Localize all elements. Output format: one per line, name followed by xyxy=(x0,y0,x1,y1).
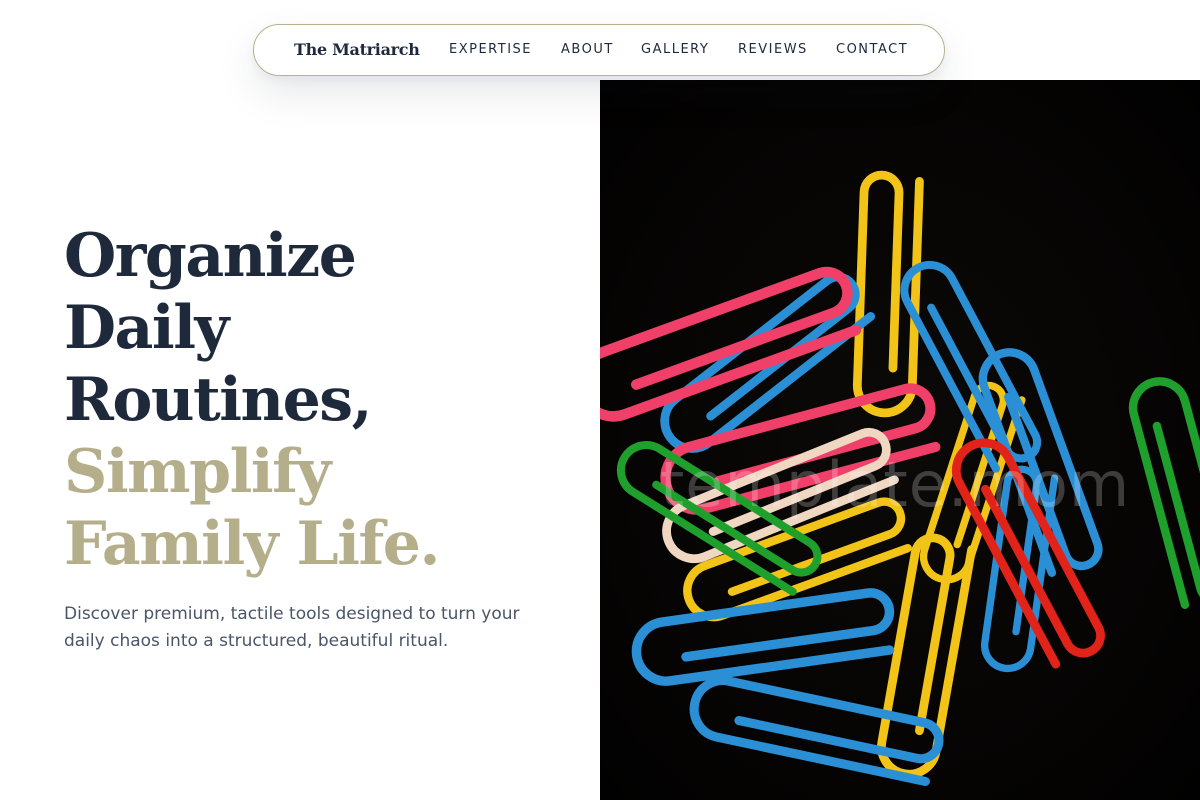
nav-link-expertise[interactable]: EXPERTISE xyxy=(449,42,532,57)
watermark-text: template.mom xyxy=(660,448,1131,521)
brand-logo[interactable]: The Matriarch xyxy=(294,40,420,59)
headline-accent-line: Simplify xyxy=(64,437,331,507)
paperclips-illustration xyxy=(600,80,1200,800)
top-nav: The Matriarch EXPERTISE ABOUT GALLERY RE… xyxy=(253,24,945,76)
nav-link-contact[interactable]: CONTACT xyxy=(836,42,908,57)
headline-line: Daily xyxy=(64,293,229,363)
hero-subtext: Discover premium, tactile tools designed… xyxy=(64,604,520,651)
nav-link-reviews[interactable]: REVIEWS xyxy=(738,42,808,57)
headline-line: Routines, xyxy=(64,365,372,435)
headline-line: Organize xyxy=(64,221,357,291)
nav-link-about[interactable]: ABOUT xyxy=(561,42,614,57)
hero-image-paperclips: template.mom xyxy=(600,80,1200,800)
headline-accent-line: Family Life. xyxy=(64,509,440,579)
hero-headline: Organize Daily Routines, Simplify Family… xyxy=(64,220,440,580)
nav-link-gallery[interactable]: GALLERY xyxy=(641,42,709,57)
